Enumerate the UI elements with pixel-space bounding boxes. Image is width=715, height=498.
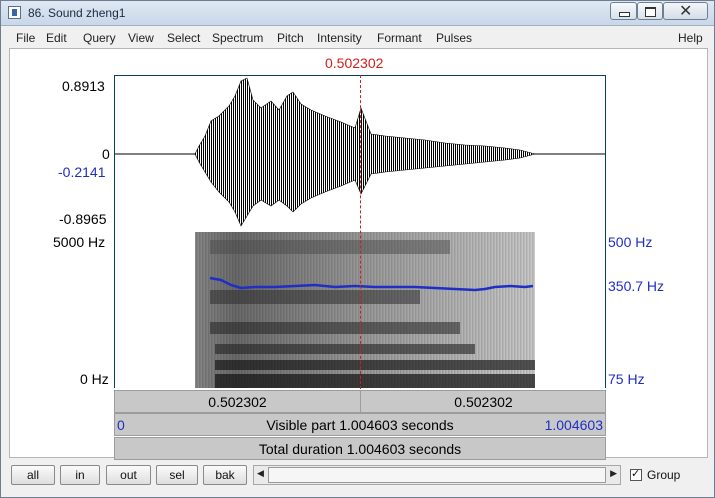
cursor-time-label: 0.502302: [325, 55, 384, 71]
selection-time-bar: 0.502302 0.502302: [114, 390, 606, 413]
pitch-cursor-label: 350.7 Hz: [608, 278, 665, 294]
scrollbar-thumb[interactable]: [268, 467, 606, 483]
time-segment-left[interactable]: 0.502302: [115, 391, 361, 412]
title-bar[interactable]: 86. Sound zheng1 ✕: [1, 1, 714, 26]
visible-part-label: Visible part 1.004603 seconds: [266, 417, 454, 433]
visible-part-bar[interactable]: 0 Visible part 1.004603 seconds 1.004603: [114, 413, 606, 436]
bottom-toolbar: all in out sel bak ◀ ▶ Group: [2, 462, 712, 494]
cursor-line: [360, 75, 361, 389]
sel-button[interactable]: sel: [156, 465, 198, 485]
group-label: Group: [647, 468, 681, 482]
bak-button[interactable]: bak: [203, 465, 247, 485]
menu-bar: File Edit Query View Select Spectrum Pit…: [2, 28, 712, 48]
time-segment-right[interactable]: 0.502302: [361, 391, 606, 412]
scroll-left-arrow-icon[interactable]: ◀: [257, 468, 264, 479]
waveform-cursor-value-label: -0.2141: [58, 164, 106, 180]
menu-intensity[interactable]: Intensity: [317, 31, 362, 45]
close-button[interactable]: ✕: [663, 2, 708, 20]
waveform-max-label: 0.8913: [62, 78, 105, 94]
close-icon: ✕: [679, 3, 693, 20]
menu-spectrum[interactable]: Spectrum: [212, 31, 263, 45]
total-duration-bar[interactable]: Total duration 1.004603 seconds: [114, 437, 606, 460]
window-title: 86. Sound zheng1: [28, 6, 126, 20]
total-duration-label: Total duration 1.004603 seconds: [258, 441, 462, 457]
all-button[interactable]: all: [11, 465, 55, 485]
menu-formant[interactable]: Formant: [377, 31, 422, 45]
menu-select[interactable]: Select: [167, 31, 200, 45]
menu-pitch[interactable]: Pitch: [277, 31, 304, 45]
praat-sound-editor-window: 86. Sound zheng1 ✕ File Edit Query View …: [0, 0, 715, 498]
time-segment-left-label: 0.502302: [208, 394, 267, 410]
out-button[interactable]: out: [106, 465, 151, 485]
waveform-min-label: -0.8965: [59, 211, 107, 227]
menu-help[interactable]: Help: [678, 31, 703, 45]
menu-view[interactable]: View: [128, 31, 154, 45]
spectrogram-freq-bottom-label: 0 Hz: [80, 371, 109, 387]
scroll-right-arrow-icon[interactable]: ▶: [610, 468, 617, 479]
visible-end-label: 1.004603: [544, 417, 603, 433]
menu-file[interactable]: File: [16, 31, 35, 45]
menu-query[interactable]: Query: [83, 31, 116, 45]
time-scrollbar[interactable]: ◀ ▶: [253, 465, 621, 485]
minimize-button[interactable]: [610, 2, 637, 20]
maximize-button[interactable]: [637, 2, 663, 20]
group-checkbox[interactable]: [630, 467, 642, 481]
in-button[interactable]: in: [60, 465, 100, 485]
menu-edit[interactable]: Edit: [46, 31, 67, 45]
spectrogram-freq-top-label: 5000 Hz: [53, 234, 106, 250]
pitch-bottom-label: 75 Hz: [608, 371, 645, 387]
app-icon: [8, 6, 21, 19]
pitch-top-label: 500 Hz: [608, 234, 653, 250]
menu-pulses[interactable]: Pulses: [436, 31, 472, 45]
time-segment-right-label: 0.502302: [454, 394, 513, 410]
waveform-zero-label: 0: [102, 146, 110, 162]
